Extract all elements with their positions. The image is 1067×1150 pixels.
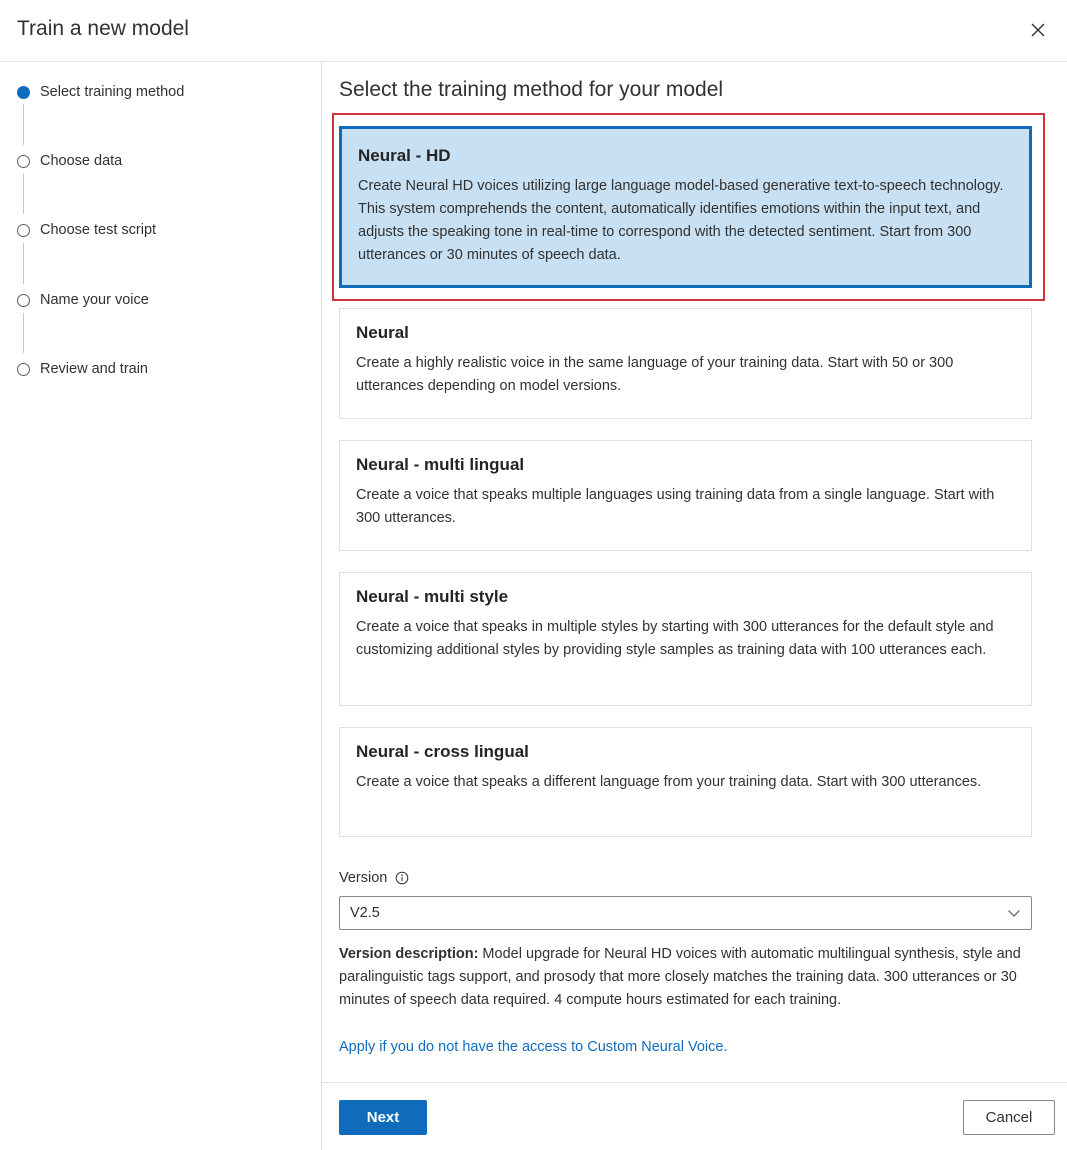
- step-connector: [23, 174, 24, 214]
- option-card-neural-multi-lingual[interactable]: Neural - multi lingual Create a voice th…: [339, 440, 1032, 551]
- version-dropdown[interactable]: V2.5: [339, 896, 1032, 930]
- step-label: Choose data: [40, 153, 123, 169]
- option-card-neural-multi-style[interactable]: Neural - multi style Create a voice that…: [339, 572, 1032, 706]
- option-description: Create a highly realistic voice in the s…: [356, 355, 954, 394]
- step-connector: [23, 243, 24, 284]
- cancel-button[interactable]: Cancel: [963, 1100, 1055, 1135]
- step-indicator: [17, 294, 30, 307]
- option-description: Create a voice that speaks multiple lang…: [356, 487, 995, 526]
- option-title: Neural - multi lingual: [356, 455, 525, 474]
- next-button[interactable]: Next: [339, 1100, 427, 1135]
- option-title: Neural: [356, 323, 409, 342]
- option-title: Neural - HD: [358, 146, 451, 165]
- dialog-footer: [322, 1082, 1067, 1150]
- version-label: Version: [339, 870, 388, 886]
- option-card-neural-hd[interactable]: Neural - HD Create Neural HD voices util…: [339, 126, 1032, 288]
- step-connector: [23, 313, 24, 353]
- step-indicator: [17, 224, 30, 237]
- version-description: Version description: Model upgrade for N…: [339, 943, 1032, 1012]
- option-description: Create Neural HD voices utilizing large …: [358, 178, 1004, 263]
- step-label: Review and train: [40, 361, 148, 377]
- dialog-title: Train a new model: [17, 17, 189, 40]
- step-label: Choose test script: [40, 222, 157, 238]
- chevron-down-icon: [1007, 906, 1021, 920]
- option-title: Neural - cross lingual: [356, 742, 529, 761]
- step-connector: [23, 104, 24, 145]
- close-icon[interactable]: [1026, 18, 1050, 42]
- step-indicator: [17, 155, 30, 168]
- option-card-neural-cross-lingual[interactable]: Neural - cross lingual Create a voice th…: [339, 727, 1032, 837]
- step-indicator: [17, 363, 30, 376]
- option-description: Create a voice that speaks a different l…: [356, 774, 982, 790]
- info-icon[interactable]: [395, 871, 409, 885]
- step-active-indicator: [17, 86, 30, 99]
- option-description: Create a voice that speaks in multiple s…: [356, 619, 994, 658]
- apply-access-link[interactable]: Apply if you do not have the access to C…: [339, 1039, 728, 1055]
- step-label: Select training method: [40, 84, 185, 100]
- option-card-neural[interactable]: Neural Create a highly realistic voice i…: [339, 308, 1032, 419]
- version-selected-value: V2.5: [350, 905, 380, 921]
- dialog-header: Train a new model: [0, 0, 1067, 62]
- page-title: Select the training method for your mode…: [339, 78, 724, 101]
- step-label: Name your voice: [40, 292, 149, 308]
- option-title: Neural - multi style: [356, 587, 509, 606]
- version-description-label: Version description:: [339, 946, 479, 962]
